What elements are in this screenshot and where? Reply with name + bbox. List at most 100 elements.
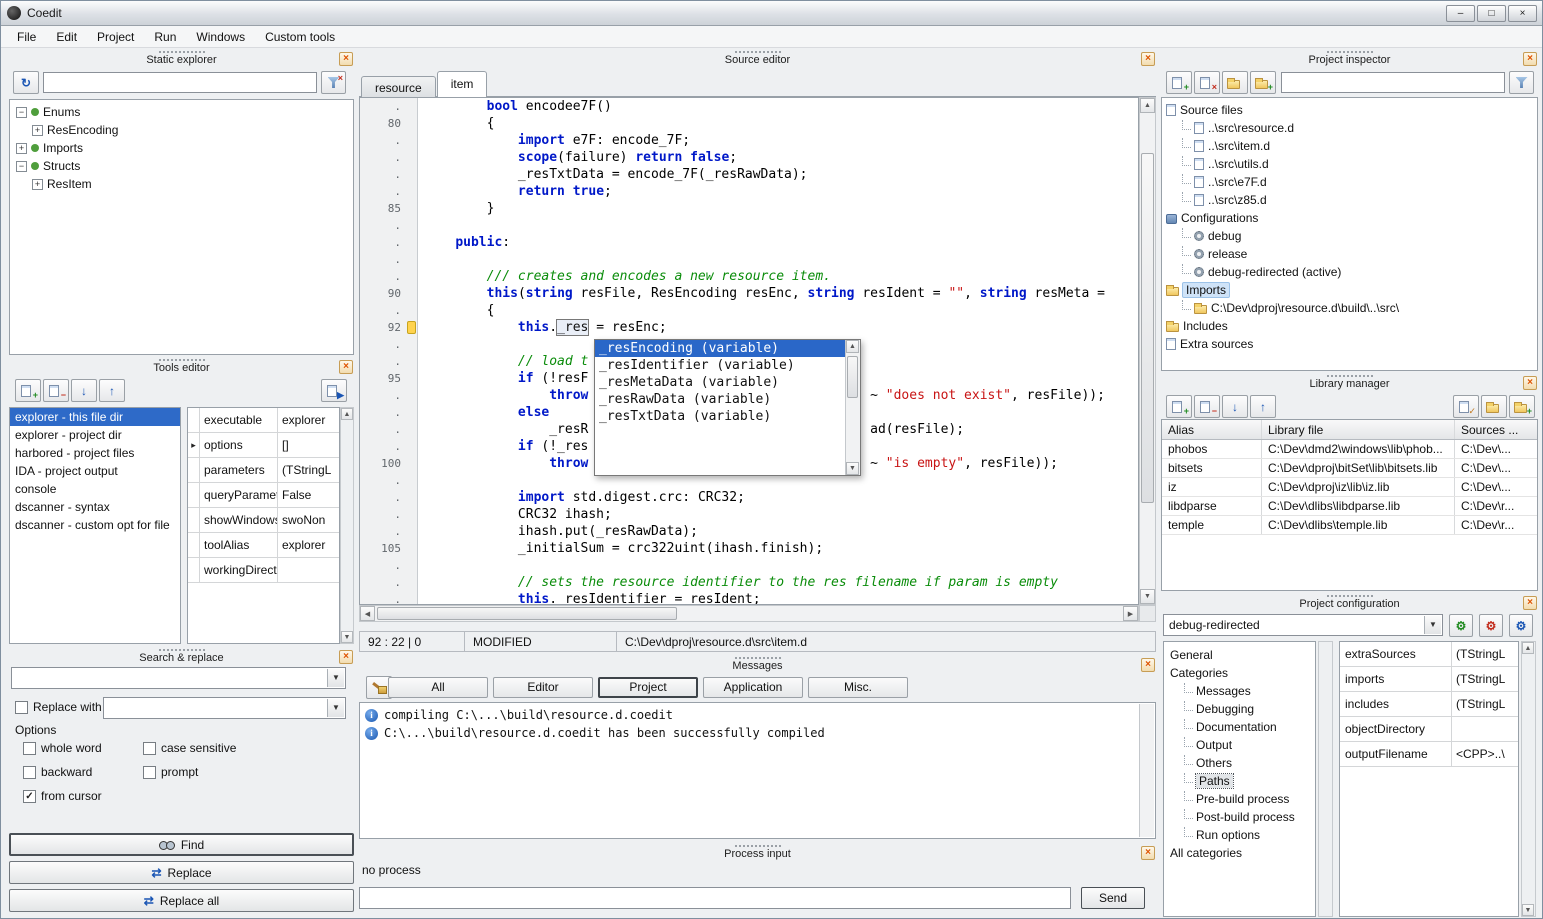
scroll-down-icon[interactable]: ▼: [846, 462, 859, 475]
message-row[interactable]: iC:\...\build\resource.d.coedit has been…: [360, 724, 1155, 742]
property-value[interactable]: (TStringL: [1452, 667, 1518, 691]
code-line[interactable]: 90 this(string resFile, ResEncoding resE…: [360, 285, 1138, 302]
add-configuration-button[interactable]: ⚙: [1449, 614, 1473, 637]
code-line[interactable]: 80 {: [360, 115, 1138, 132]
close-button[interactable]: ×: [1508, 5, 1537, 22]
panel-close-icon[interactable]: ×: [1523, 596, 1537, 610]
tree-item[interactable]: Configurations: [1162, 209, 1537, 227]
tool-list-item[interactable]: dscanner - custom opt for file: [10, 516, 180, 534]
replace-with-checkbox[interactable]: Replace with: [15, 700, 102, 714]
column-header-alias[interactable]: Alias: [1162, 420, 1262, 439]
open-library-file-button[interactable]: [1481, 395, 1507, 418]
remove-library-button[interactable]: −: [1194, 395, 1220, 418]
tool-list-item[interactable]: explorer - this file dir: [10, 408, 180, 426]
panel-close-icon[interactable]: ×: [1523, 52, 1537, 66]
property-row[interactable]: parameters(TStringL: [188, 458, 339, 483]
splitter-handle-icon[interactable]: [735, 51, 781, 53]
scrollbar-thumb[interactable]: [847, 356, 858, 398]
splitter-handle-icon[interactable]: [735, 657, 781, 659]
menu-item-run[interactable]: Run: [144, 27, 186, 47]
scroll-up-icon[interactable]: ▲: [1140, 98, 1155, 113]
grid-scrollbar[interactable]: ▲ ▼: [1521, 641, 1536, 917]
code-line[interactable]: .: [360, 251, 1138, 268]
scroll-up-icon[interactable]: ▲: [1522, 642, 1534, 654]
completion-item[interactable]: _resMetaData (variable): [595, 374, 845, 391]
dropdown-arrow-icon[interactable]: ▼: [327, 669, 344, 687]
code-line[interactable]: 85 }: [360, 200, 1138, 217]
execute-tool-button[interactable]: ▶: [321, 379, 347, 402]
tree-item[interactable]: release: [1162, 245, 1537, 263]
splitter-handle-icon[interactable]: [735, 845, 781, 847]
tree-item[interactable]: debug: [1162, 227, 1537, 245]
tool-list-item[interactable]: dscanner - syntax: [10, 498, 180, 516]
checkbox-box[interactable]: [23, 766, 36, 779]
replace-all-button[interactable]: ⇄Replace all: [9, 889, 354, 912]
dropdown-arrow-icon[interactable]: ▼: [1424, 616, 1441, 634]
property-value[interactable]: swoNon: [278, 508, 339, 532]
editor-tab-item[interactable]: item: [437, 71, 488, 97]
code-line[interactable]: . scope(failure) return false;: [360, 149, 1138, 166]
scrollbar-thumb[interactable]: [377, 607, 677, 620]
category-item[interactable]: Output: [1164, 736, 1315, 754]
menu-item-windows[interactable]: Windows: [186, 27, 255, 47]
messages-scrollbar[interactable]: [1139, 704, 1154, 837]
config-property-row[interactable]: objectDirectory: [1340, 717, 1518, 742]
code-line[interactable]: .: [360, 217, 1138, 234]
tree-toggle-icon[interactable]: +: [16, 143, 27, 154]
add-folder-sources-button[interactable]: +: [1250, 71, 1276, 94]
checkbox-case-sensitive[interactable]: case sensitive: [143, 741, 236, 755]
add-source-button[interactable]: +: [1166, 71, 1192, 94]
menu-item-file[interactable]: File: [7, 27, 46, 47]
filter-button-project[interactable]: Project: [598, 677, 698, 698]
splitter-handle-icon[interactable]: [159, 359, 205, 361]
filter-button-editor[interactable]: Editor: [493, 677, 593, 698]
edit-library-button[interactable]: ✓: [1453, 395, 1479, 418]
property-row[interactable]: showWindowsswoNon: [188, 508, 339, 533]
splitter-handle-icon[interactable]: [1327, 51, 1373, 53]
category-item[interactable]: Post-build process: [1164, 808, 1315, 826]
configuration-selector[interactable]: debug-redirected ▼: [1163, 614, 1443, 636]
checkbox-box[interactable]: [15, 701, 28, 714]
editor-vertical-scrollbar[interactable]: ▲ ▼: [1139, 97, 1156, 605]
move-library-up-button[interactable]: ↑: [1250, 395, 1276, 418]
splitter-handle-icon[interactable]: [159, 51, 205, 53]
property-value[interactable]: explorer: [278, 533, 339, 557]
tree-item[interactable]: −Enums: [10, 103, 353, 121]
config-property-row[interactable]: includes(TStringL: [1340, 692, 1518, 717]
property-value[interactable]: [278, 558, 339, 582]
tree-item[interactable]: +ResItem: [10, 175, 353, 193]
tool-list-item[interactable]: IDA - project output: [10, 462, 180, 480]
editor-horizontal-scrollbar[interactable]: ◀ ▶: [359, 605, 1139, 622]
checkbox-box[interactable]: [23, 742, 36, 755]
property-row[interactable]: ▸options[]: [188, 433, 339, 458]
tree-item[interactable]: ..\src\utils.d: [1162, 155, 1537, 173]
filter-button-application[interactable]: Application: [703, 677, 803, 698]
category-item[interactable]: Categories: [1164, 664, 1315, 682]
process-input-field[interactable]: [359, 887, 1071, 909]
code-line[interactable]: . import std.digest.crc: CRC32;: [360, 489, 1138, 506]
column-header-library-file[interactable]: Library file: [1262, 420, 1455, 439]
property-value[interactable]: (TStringL: [278, 458, 339, 482]
filter-button-all[interactable]: All: [388, 677, 488, 698]
splitter-handle-icon[interactable]: [159, 649, 205, 651]
tool-list-item[interactable]: harbored - project files: [10, 444, 180, 462]
code-line[interactable]: 92 this._res = resEnc;: [360, 319, 1138, 336]
category-item[interactable]: Pre-build process: [1164, 790, 1315, 808]
library-row[interactable]: templeC:\Dev\dlibs\temple.libC:\Dev\r...: [1162, 516, 1537, 535]
config-property-row[interactable]: extraSources(TStringL: [1340, 642, 1518, 667]
send-button[interactable]: Send: [1081, 887, 1145, 909]
dropdown-arrow-icon[interactable]: ▼: [327, 699, 344, 717]
library-row[interactable]: bitsetsC:\Dev\dproj\bitSet\lib\bitsets.l…: [1162, 459, 1537, 478]
tree-item[interactable]: Includes: [1162, 317, 1537, 335]
property-value[interactable]: (TStringL: [1452, 692, 1518, 716]
add-library-folder-button[interactable]: +: [1509, 395, 1535, 418]
property-row[interactable]: toolAliasexplorer: [188, 533, 339, 558]
remove-configuration-button[interactable]: ⚙: [1479, 614, 1503, 637]
scroll-up-icon[interactable]: ▲: [341, 408, 353, 420]
message-row[interactable]: icompiling C:\...\build\resource.d.coedi…: [360, 706, 1155, 724]
library-row[interactable]: izC:\Dev\dproj\iz\lib\iz.libC:\Dev\...: [1162, 478, 1537, 497]
editor-tab-resource[interactable]: resource: [361, 76, 436, 98]
minimize-button[interactable]: –: [1446, 5, 1475, 22]
library-row[interactable]: libdparseC:\Dev\dlibs\libdparse.libC:\De…: [1162, 497, 1537, 516]
checkbox-backward[interactable]: backward: [23, 765, 92, 779]
